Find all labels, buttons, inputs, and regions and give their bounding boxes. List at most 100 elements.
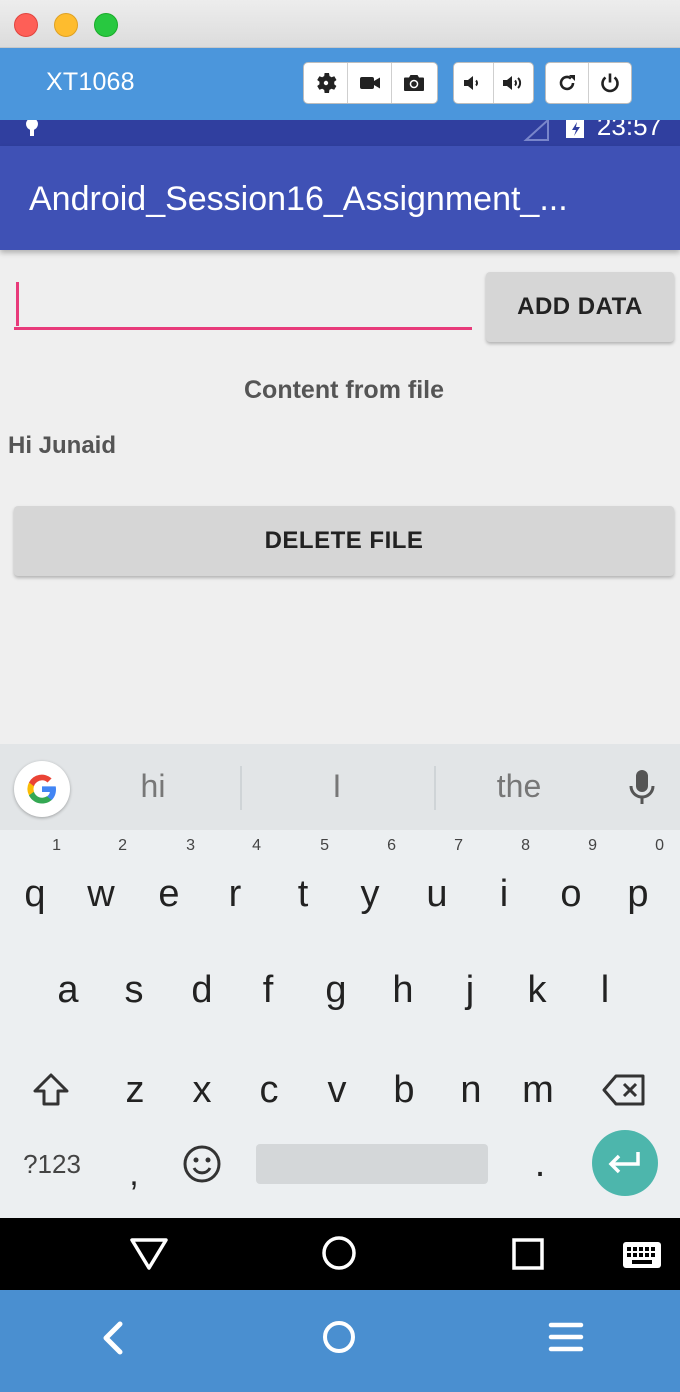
key-f[interactable]: f	[238, 950, 298, 1030]
vysor-nav-bar	[0, 1290, 680, 1392]
suggestion-1[interactable]: hi	[92, 768, 214, 805]
key-e[interactable]: e3	[139, 838, 199, 934]
screenshot-button[interactable]	[392, 63, 436, 103]
symbols-key[interactable]: ?123	[10, 1124, 94, 1204]
key-q[interactable]: q1	[5, 838, 65, 934]
comma-key[interactable]: ,	[104, 1134, 164, 1214]
signal-icon	[523, 120, 549, 141]
keyboard-switch-icon[interactable]	[622, 1240, 662, 1270]
key-hint: 8	[521, 837, 530, 854]
key-t[interactable]: t5	[273, 838, 333, 934]
rotate-button[interactable]	[546, 63, 589, 103]
back-icon[interactable]	[98, 1320, 128, 1356]
key-o[interactable]: o9	[541, 838, 601, 934]
volume-up-icon	[503, 76, 522, 90]
key-hint: 3	[186, 837, 195, 854]
key-hint: 6	[387, 837, 396, 854]
toolbar-group-volume	[453, 62, 534, 104]
data-input[interactable]	[14, 276, 472, 330]
key-label: q	[24, 873, 46, 915]
android-recents-icon[interactable]	[510, 1236, 546, 1272]
key-k[interactable]: k	[507, 950, 567, 1030]
toolbar-group-capture	[303, 62, 438, 104]
close-window-button[interactable]	[14, 13, 38, 37]
key-r[interactable]: r4	[205, 838, 265, 934]
device-toolbar: XT1068	[0, 48, 680, 120]
suggestion-2[interactable]: I	[276, 768, 398, 805]
key-h[interactable]: h	[373, 950, 433, 1030]
settings-button[interactable]	[304, 63, 348, 103]
volume-down-button[interactable]	[454, 63, 494, 103]
suggestion-bar: hi I the	[0, 744, 680, 830]
home-icon[interactable]	[320, 1318, 358, 1356]
key-w[interactable]: w2	[71, 838, 131, 934]
key-y[interactable]: y6	[340, 838, 400, 934]
key-label: u	[426, 873, 448, 915]
key-b[interactable]: b	[374, 1050, 434, 1130]
status-bar: 23:57	[0, 120, 680, 146]
key-z[interactable]: z	[105, 1050, 165, 1130]
android-home-icon[interactable]	[320, 1234, 358, 1272]
emoji-key[interactable]	[172, 1124, 232, 1204]
minimize-window-button[interactable]	[54, 13, 78, 37]
android-back-icon[interactable]	[128, 1236, 170, 1272]
enter-icon	[608, 1152, 640, 1174]
toolbar-group-power	[545, 62, 632, 104]
android-screen: 23:57 Android_Session16_Assignment_... A…	[0, 120, 680, 1290]
suggestion-3[interactable]: the	[458, 768, 580, 805]
android-nav-bar	[0, 1218, 680, 1290]
key-p[interactable]: p0	[608, 838, 668, 934]
soft-keyboard: hi I the q1 w2 e3 r4 t5 y6 u7 i8 o9 p0 a…	[0, 744, 680, 1219]
maximize-window-button[interactable]	[94, 13, 118, 37]
battery-icon	[566, 120, 584, 138]
key-c[interactable]: c	[239, 1050, 299, 1130]
microphone-icon[interactable]	[628, 770, 656, 806]
key-label: t	[297, 873, 309, 915]
key-s[interactable]: s	[104, 950, 164, 1030]
content-heading: Content from file	[244, 376, 444, 404]
app-bar: Android_Session16_Assignment_...	[0, 146, 680, 250]
delete-file-button[interactable]: DELETE FILE	[14, 506, 674, 576]
record-video-button[interactable]	[348, 63, 392, 103]
backspace-key[interactable]	[594, 1050, 654, 1130]
backspace-icon	[602, 1074, 645, 1106]
menu-icon[interactable]	[548, 1320, 584, 1354]
period-key[interactable]: .	[510, 1124, 570, 1204]
key-hint: 2	[118, 837, 127, 854]
space-key[interactable]	[256, 1144, 488, 1184]
volume-up-button[interactable]	[494, 63, 534, 103]
rotate-icon	[559, 75, 575, 91]
key-a[interactable]: a	[38, 950, 98, 1030]
key-u[interactable]: u7	[407, 838, 467, 934]
key-label: r	[228, 873, 242, 915]
shift-icon	[33, 1073, 69, 1106]
key-label: i	[499, 873, 509, 915]
key-i[interactable]: i8	[474, 838, 534, 934]
emoji-icon	[183, 1145, 221, 1183]
key-n[interactable]: n	[441, 1050, 501, 1130]
device-name: XT1068	[46, 68, 135, 96]
key-m[interactable]: m	[508, 1050, 568, 1130]
key-j[interactable]: j	[440, 950, 500, 1030]
key-d[interactable]: d	[172, 950, 232, 1030]
key-hint: 4	[252, 837, 261, 854]
app-title: Android_Session16_Assignment_...	[29, 180, 568, 218]
google-g-icon[interactable]	[14, 761, 70, 817]
status-time: 23:57	[596, 120, 662, 141]
key-v[interactable]: v	[307, 1050, 367, 1130]
power-button[interactable]	[589, 63, 631, 103]
key-label: y	[360, 873, 380, 915]
shift-key[interactable]	[21, 1050, 81, 1130]
file-content: Hi Junaid	[8, 432, 117, 459]
key-label: o	[560, 873, 582, 915]
key-hint: 0	[655, 837, 664, 854]
key-l[interactable]: l	[575, 950, 635, 1030]
google-logo-icon	[27, 774, 56, 804]
notification-icon	[26, 120, 38, 136]
key-hint: 5	[320, 837, 329, 854]
text-cursor	[16, 282, 19, 326]
add-data-button[interactable]: ADD DATA	[486, 272, 674, 342]
key-g[interactable]: g	[306, 950, 366, 1030]
key-x[interactable]: x	[172, 1050, 232, 1130]
enter-key[interactable]	[592, 1130, 658, 1196]
